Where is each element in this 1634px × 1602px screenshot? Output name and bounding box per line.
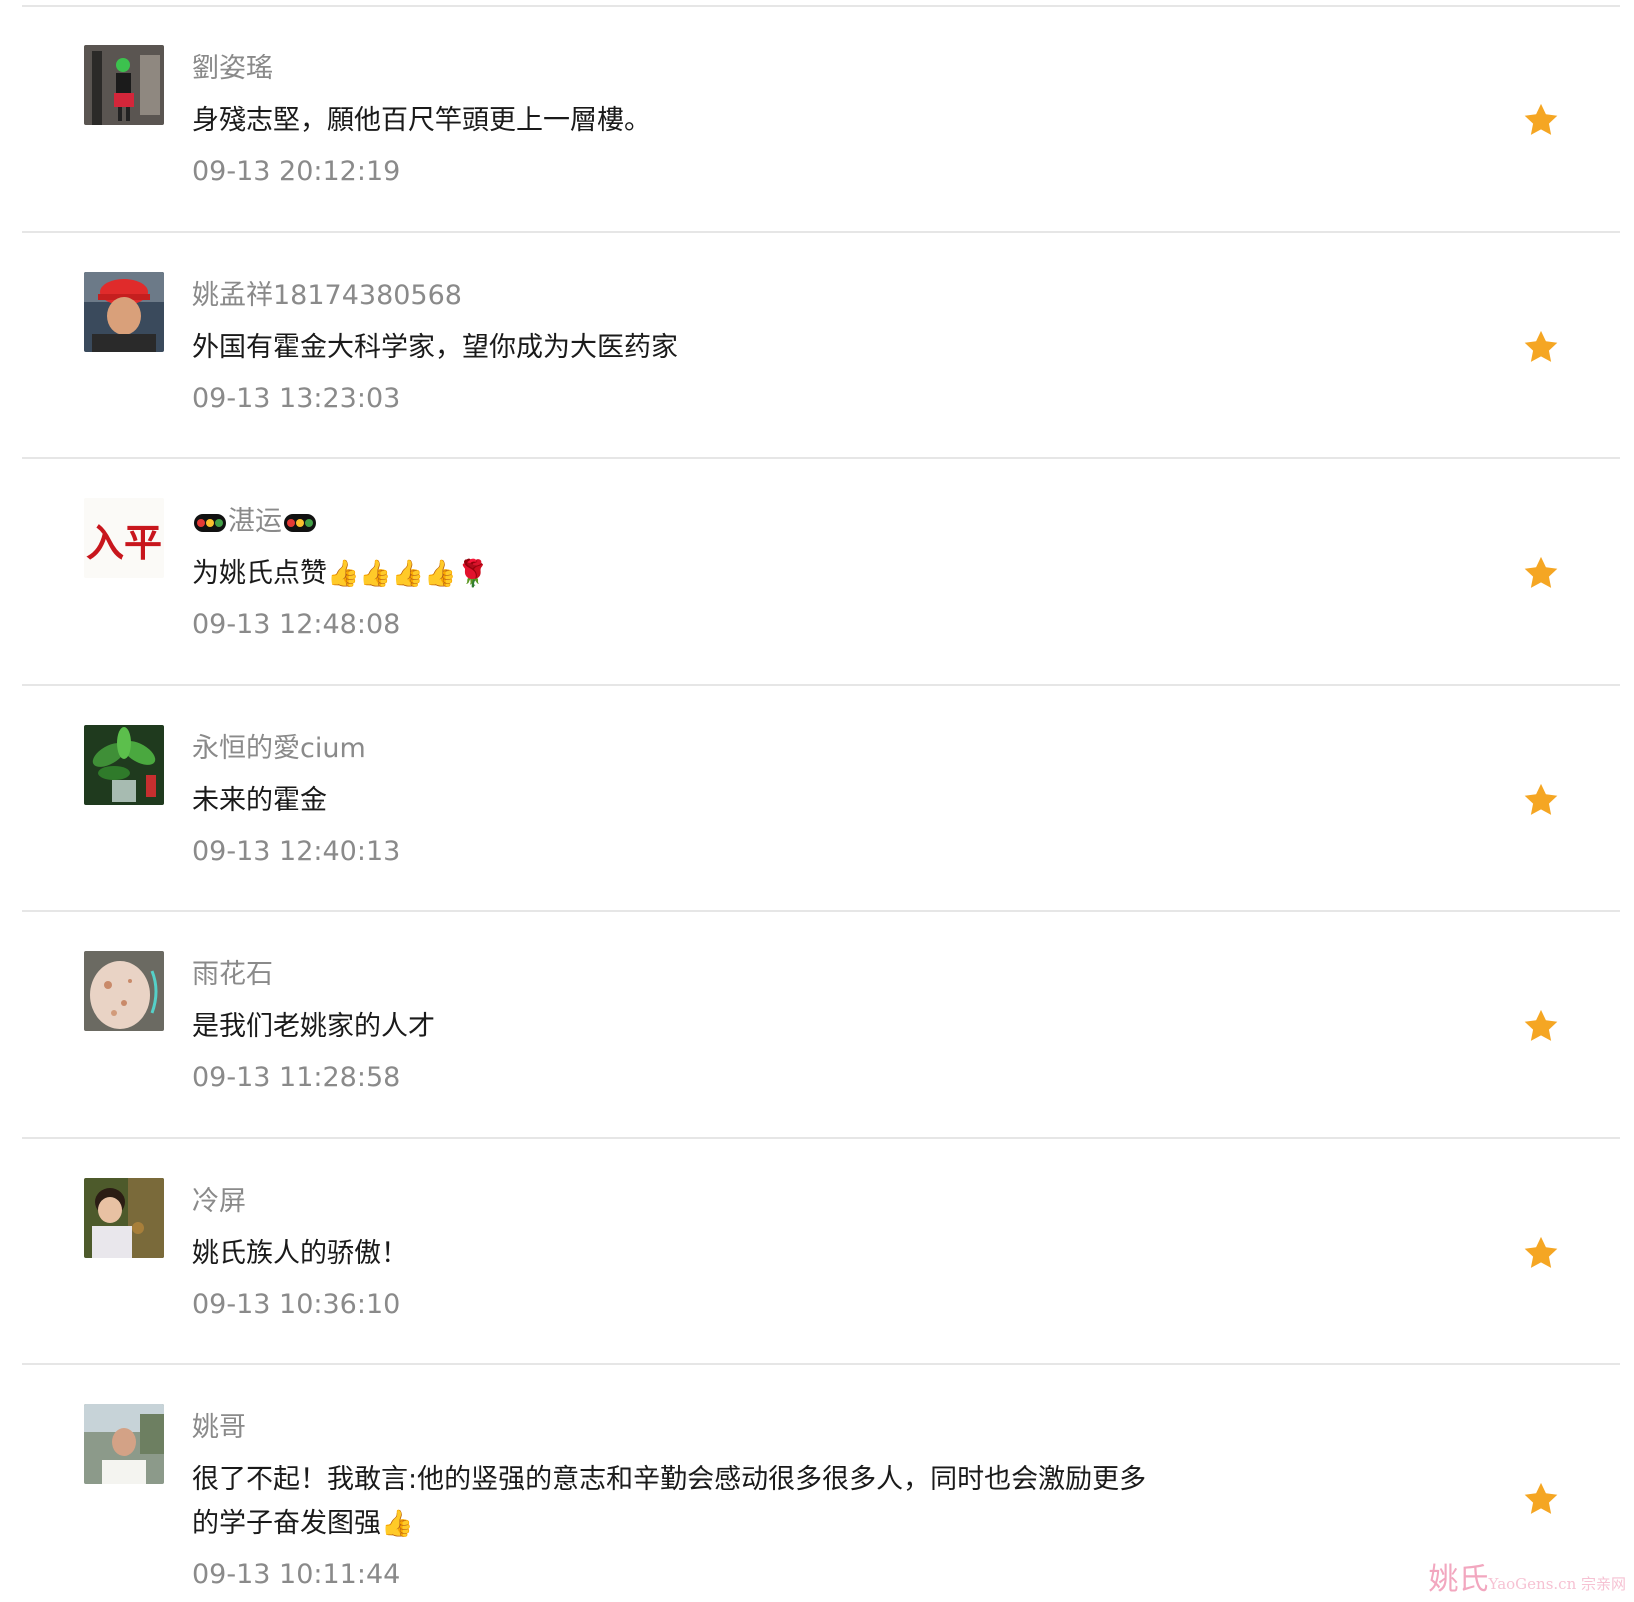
comment-text: 为姚氏点赞👍👍👍👍🌹 <box>192 558 489 589</box>
avatar[interactable]: 出入平安 <box>84 498 164 578</box>
divider <box>22 231 1620 233</box>
commenter-name[interactable]: 劉姿瑤 <box>192 52 273 86</box>
divider <box>22 910 1620 912</box>
comment-time: 09-13 20:12:19 <box>192 156 401 187</box>
traffic-light-icon <box>284 513 316 532</box>
comment-text: 身殘志堅，願他百尺竿頭更上一層樓。 <box>192 105 651 136</box>
star-icon[interactable] <box>1522 781 1560 819</box>
comment-time: 09-13 10:11:44 <box>192 1559 401 1590</box>
comment-time: 09-13 13:23:03 <box>192 383 401 414</box>
divider <box>22 5 1620 7</box>
avatar[interactable] <box>84 951 164 1031</box>
commenter-name[interactable]: 湛运 <box>192 505 318 539</box>
divider <box>22 457 1620 459</box>
thumbs-up-rose-emoji: 👍👍👍👍🌹 <box>327 559 489 589</box>
star-icon[interactable] <box>1522 554 1560 592</box>
divider <box>22 684 1620 686</box>
star-icon[interactable] <box>1522 1007 1560 1045</box>
comment-time: 09-13 12:48:08 <box>192 609 401 640</box>
comment-time: 09-13 10:36:10 <box>192 1289 401 1320</box>
commenter-name[interactable]: 永恒的愛cium <box>192 732 366 766</box>
commenter-name[interactable]: 姚哥 <box>192 1411 246 1445</box>
star-icon[interactable] <box>1522 1480 1560 1518</box>
site-watermark: 姚氏YaoGens.cn 宗亲网 <box>1428 1562 1626 1597</box>
star-icon[interactable] <box>1522 1234 1560 1272</box>
avatar[interactable] <box>84 272 164 352</box>
avatar[interactable] <box>84 1404 164 1484</box>
comment-time: 09-13 11:28:58 <box>192 1062 401 1093</box>
divider <box>22 1363 1620 1365</box>
comment-text: 很了不起！我敢言:他的竖强的意志和辛勤会感动很多很多人，同时也会激励更多的学子奋… <box>192 1464 1147 1539</box>
comment-text: 姚氏族人的骄傲！ <box>192 1238 408 1269</box>
comment-list: 劉姿瑤 身殘志堅，願他百尺竿頭更上一層樓。 09-13 20:12:19 姚孟祥… <box>0 0 1634 1602</box>
comment-time: 09-13 12:40:13 <box>192 836 401 867</box>
comment-text: 是我们老姚家的人才 <box>192 1011 435 1042</box>
comment-text: 外国有霍金大科学家，望你成为大医药家 <box>192 332 678 363</box>
star-icon[interactable] <box>1522 328 1560 366</box>
comment-text: 未来的霍金 <box>192 785 327 816</box>
commenter-name[interactable]: 姚孟祥18174380568 <box>192 279 462 313</box>
traffic-light-icon <box>194 513 226 532</box>
commenter-name[interactable]: 雨花石 <box>192 958 273 992</box>
star-icon[interactable] <box>1522 101 1560 139</box>
avatar-calligraphy: 出入平安 <box>84 520 164 565</box>
avatar[interactable] <box>84 1178 164 1258</box>
commenter-name[interactable]: 冷屏 <box>192 1185 246 1219</box>
avatar[interactable] <box>84 725 164 805</box>
thumbs-up-emoji: 👍 <box>381 1509 414 1539</box>
divider <box>22 1137 1620 1139</box>
avatar[interactable] <box>84 45 164 125</box>
